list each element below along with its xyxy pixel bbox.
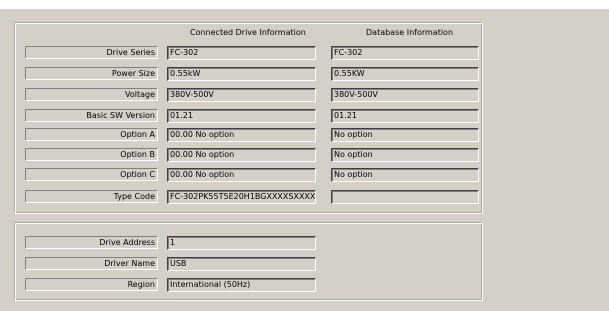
option-a-connected-field[interactable]: 00.00 No option: [167, 128, 316, 142]
region-label: Region: [25, 278, 158, 291]
voltage-database-field[interactable]: 380V-500V: [331, 88, 479, 102]
drive-series-label: Drive Series: [25, 46, 158, 59]
drive-series-database-field[interactable]: FC-302: [331, 46, 479, 60]
option-b-connected-field[interactable]: 00.00 No option: [167, 148, 316, 162]
option-b-database-field[interactable]: No option: [331, 148, 479, 162]
drive-series-connected-field[interactable]: FC-302: [167, 46, 316, 60]
option-b-label: Option B: [25, 148, 158, 161]
drive-address-label: Drive Address: [25, 236, 158, 249]
top-white-strip: [0, 0, 609, 9]
power-size-connected-field[interactable]: 0.55kW: [167, 67, 316, 81]
power-size-label: Power Size: [25, 67, 158, 80]
option-c-connected-field[interactable]: 00.00 No option: [167, 168, 316, 182]
voltage-label: Voltage: [25, 88, 158, 101]
region-field[interactable]: International (50Hz): [167, 278, 316, 292]
basic-sw-version-label: Basic SW Version: [25, 109, 158, 122]
basic-sw-version-connected-field[interactable]: 01.21: [167, 109, 316, 123]
option-c-label: Option C: [25, 168, 158, 181]
voltage-connected-field[interactable]: 380V-500V: [167, 88, 316, 102]
power-size-database-field[interactable]: 0.55KW: [331, 67, 479, 81]
driver-name-field[interactable]: USB: [167, 257, 316, 271]
driver-name-label: Driver Name: [25, 257, 158, 270]
option-a-database-field[interactable]: No option: [331, 128, 479, 142]
basic-sw-version-database-field[interactable]: 01.21: [331, 109, 479, 123]
database-header: Database Information: [366, 28, 454, 37]
type-code-label: Type Code: [25, 190, 158, 203]
connected-drive-header: Connected Drive Information: [190, 28, 306, 37]
option-a-label: Option A: [25, 128, 158, 141]
type-code-database-field[interactable]: [331, 190, 479, 204]
drive-address-field[interactable]: 1: [167, 236, 316, 250]
option-c-database-field[interactable]: No option: [331, 168, 479, 182]
type-code-connected-field[interactable]: FC-302PK55T5E20H1BGXXXXSXXXXA: [167, 190, 316, 204]
